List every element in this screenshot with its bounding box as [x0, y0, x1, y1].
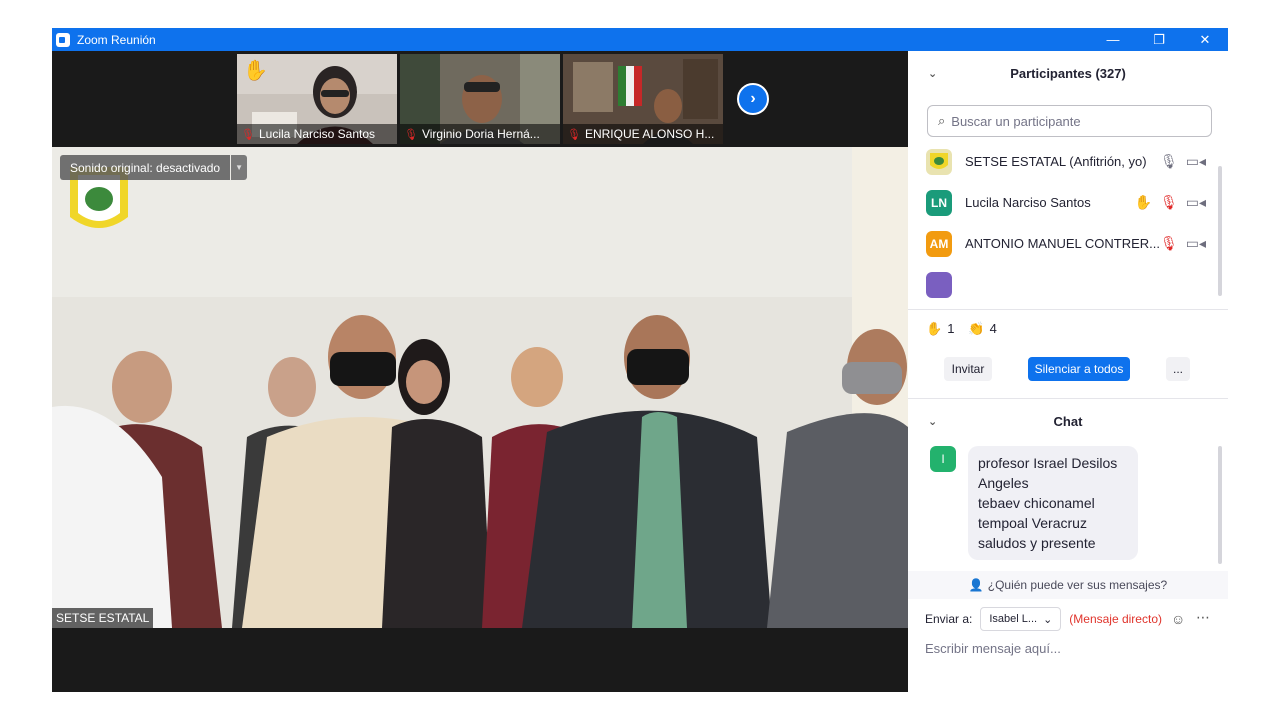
next-page-button[interactable]: › [737, 83, 769, 115]
participant-scrollbar[interactable] [1218, 166, 1222, 296]
thumbnail-video[interactable]: ✋ 🎙︎ Lucila Narciso Santos [237, 54, 397, 144]
participant-search-input[interactable]: ⌕ Buscar un participante [927, 105, 1212, 137]
mic-icon[interactable]: 🎙︎ [1160, 153, 1178, 170]
restore-button[interactable]: ❐ [1136, 28, 1182, 51]
chevron-down-icon[interactable]: ▼ [231, 155, 248, 180]
person-icon: 👤 [968, 578, 984, 592]
send-to-row: Enviar a: Isabel L... ⌄ (Mensaje directo… [925, 607, 1162, 631]
logo-icon [930, 152, 948, 169]
side-panel: ⌄ Participantes (327) ⌕ Buscar un partic… [908, 51, 1228, 692]
chat-scrollbar[interactable] [1218, 446, 1222, 564]
avatar: I [930, 446, 956, 472]
recipient-select[interactable]: Isabel L... ⌄ [980, 607, 1062, 631]
search-placeholder: Buscar un participante [951, 113, 1081, 129]
message-line: profesor Israel Desilos Angeles [978, 455, 1118, 491]
mic-muted-icon: 🎙︎ [567, 128, 581, 141]
raised-hand-icon: ✋ [926, 321, 943, 336]
avatar: LN [926, 189, 952, 216]
raised-hand-icon: ✋ [1134, 194, 1152, 210]
original-sound-label: Sonido original: desactivado [60, 155, 231, 180]
video-bottom-area [52, 628, 908, 692]
video-camera-icon[interactable]: ▭◂ [1186, 153, 1206, 170]
chevron-down-icon: ⌄ [1043, 613, 1053, 626]
thumbnail-strip: ✋ 🎙︎ Lucila Narciso Santos 🎙︎ Virginio D… [52, 51, 908, 147]
participant-row[interactable]: SETSE ESTATAL (Anfitrión, yo) 🎙︎ ▭◂ [908, 141, 1218, 182]
clap-count: 4 [989, 321, 997, 336]
speaker-name: SETSE ESTATAL [52, 608, 154, 628]
more-options-icon[interactable]: ⋯ [1196, 609, 1210, 626]
participant-name: Lucila Narciso Santos [258, 127, 376, 141]
clap-icon: 👏 [968, 321, 985, 336]
more-button[interactable]: ... [1166, 357, 1190, 381]
message-input[interactable]: Escribir mensaje aquí... [925, 641, 1061, 656]
mic-muted-icon[interactable]: 🎙︎ [1160, 235, 1178, 252]
chevron-down-icon[interactable]: ⌄ [928, 67, 937, 80]
zoom-app-icon [56, 32, 70, 47]
zoom-window: Zoom Reunión — ❐ ✕ ✋ 🎙︎ Lucila Narciso S… [52, 28, 1228, 692]
search-icon: ⌕ [938, 113, 946, 128]
participant-name: ANTONIO MANUEL CONTRER... [965, 236, 1160, 251]
avatar: AM [926, 230, 952, 257]
emoji-icon[interactable]: ☺ [1171, 611, 1185, 627]
participant-actions: Invitar Silenciar a todos ... [908, 357, 1228, 385]
divider [908, 398, 1228, 399]
original-sound-toggle[interactable]: Sonido original: desactivado ▼ [60, 155, 248, 180]
mic-muted-icon: 🎙︎ [241, 128, 255, 141]
message-line: saludos y presente [978, 535, 1096, 551]
window-title: Zoom Reunión [77, 32, 156, 47]
chat-header: ⌄ Chat [908, 401, 1228, 441]
thumbnail-label: 🎙︎ ENRIQUE ALONSO H... [563, 124, 723, 144]
participant-row[interactable] [908, 264, 1218, 301]
avatar [926, 148, 952, 175]
thumbnail-label: 🎙︎ Virginio Doria Herná... [400, 124, 560, 144]
avatar [926, 271, 952, 298]
thumbnail-video[interactable]: 🎙︎ ENRIQUE ALONSO H... [563, 54, 723, 144]
speaker-video-image [52, 147, 908, 628]
participant-row[interactable]: AM ANTONIO MANUEL CONTRER... 🎙︎ ▭◂ [908, 223, 1218, 264]
raised-hand-icon: ✋ [243, 60, 268, 82]
chat-title: Chat [1053, 413, 1083, 429]
message-line: tebaev chiconamel [978, 495, 1095, 511]
mic-muted-icon[interactable]: 🎙︎ [1160, 194, 1178, 211]
video-camera-icon[interactable]: ▭◂ [1186, 235, 1206, 252]
meeting-area: ✋ 🎙︎ Lucila Narciso Santos 🎙︎ Virginio D… [52, 51, 908, 692]
mic-muted-icon: 🎙︎ [404, 128, 418, 141]
active-speaker-video: Sonido original: desactivado ▼ SETSE EST… [52, 147, 908, 628]
divider [908, 309, 1228, 310]
chevron-down-icon[interactable]: ⌄ [928, 415, 937, 428]
reaction-summary: ✋ 1 👏 4 [926, 321, 997, 337]
participants-title: Participantes (327) [1010, 65, 1126, 81]
participant-name: SETSE ESTATAL (Anfitrión, yo) [965, 154, 1147, 169]
thumbnail-video[interactable]: 🎙︎ Virginio Doria Herná... [400, 54, 560, 144]
close-button[interactable]: ✕ [1182, 28, 1228, 51]
title-bar: Zoom Reunión — ❐ ✕ [52, 28, 1228, 51]
direct-message-label: (Mensaje directo) [1069, 612, 1162, 626]
thumbnail-label: 🎙︎ Lucila Narciso Santos [237, 124, 397, 144]
who-can-see-link[interactable]: 👤 ¿Quién puede ver sus mensajes? [908, 571, 1228, 599]
message-line: tempoal Veracruz [978, 515, 1087, 531]
mute-all-button[interactable]: Silenciar a todos [1028, 357, 1130, 381]
minimize-button[interactable]: — [1090, 28, 1136, 51]
participants-header: ⌄ Participantes (327) [908, 51, 1228, 95]
invite-button[interactable]: Invitar [944, 357, 992, 381]
message-bubble: profesor Israel Desilos Angeles tebaev c… [968, 446, 1138, 560]
participant-name: ENRIQUE ALONSO H... [584, 127, 715, 141]
send-to-label: Enviar a: [925, 612, 973, 626]
participant-name: Virginio Doria Herná... [421, 127, 540, 141]
video-camera-icon[interactable]: ▭◂ [1186, 194, 1206, 211]
hand-count: 1 [947, 321, 955, 336]
who-can-see-label: ¿Quién puede ver sus mensajes? [987, 578, 1168, 592]
chat-message: I profesor Israel Desilos Angeles tebaev… [930, 446, 1138, 560]
participant-name: Lucila Narciso Santos [965, 195, 1091, 210]
recipient-value: Isabel L... [989, 613, 1038, 625]
participant-list: SETSE ESTATAL (Anfitrión, yo) 🎙︎ ▭◂ LN L… [908, 141, 1218, 301]
participant-row[interactable]: LN Lucila Narciso Santos ✋ 🎙︎ ▭◂ [908, 182, 1218, 223]
